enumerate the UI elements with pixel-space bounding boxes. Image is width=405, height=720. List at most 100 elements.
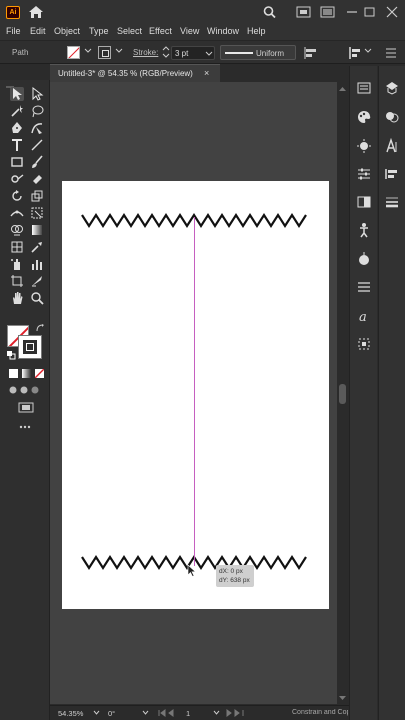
vertical-scrollbar[interactable] <box>337 82 348 704</box>
stroke-swatch[interactable] <box>98 46 111 59</box>
zoom-tool-icon[interactable] <box>30 291 44 305</box>
appearance-icon[interactable] <box>356 251 372 267</box>
scroll-thumb[interactable] <box>339 384 346 404</box>
eyedropper-tool-icon[interactable] <box>30 240 44 254</box>
stroke-color-box[interactable] <box>18 335 42 359</box>
stroke-panel-icon[interactable] <box>384 194 400 210</box>
stroke-label[interactable]: Stroke: <box>133 48 158 57</box>
chevron-down-icon[interactable] <box>93 710 100 716</box>
free-transform-tool-icon[interactable] <box>30 206 44 220</box>
libraries-icon[interactable] <box>356 336 372 352</box>
shape-builder-tool-icon[interactable] <box>10 223 24 237</box>
learn-panel-icon[interactable] <box>384 80 400 96</box>
dx-readout: dX: 0 px <box>219 568 243 575</box>
chevron-down-icon[interactable] <box>364 47 372 55</box>
dy-readout: dY: 638 px <box>219 577 250 584</box>
curvature-tool-icon[interactable] <box>30 121 44 135</box>
gradient-tool-icon[interactable] <box>30 223 44 237</box>
pen-tool-icon[interactable] <box>10 121 24 135</box>
menu-file[interactable]: File <box>6 26 21 36</box>
width-tool-icon[interactable] <box>10 206 24 220</box>
rotation-angle[interactable]: 0° <box>108 709 115 718</box>
lasso-tool-icon[interactable] <box>30 104 44 118</box>
magic-wand-tool-icon[interactable] <box>10 104 24 118</box>
paintbrush-tool-icon[interactable] <box>30 155 44 169</box>
menu-type[interactable]: Type <box>89 26 109 36</box>
column-graph-tool-icon[interactable] <box>30 257 44 271</box>
close-tab-icon[interactable]: × <box>204 68 209 78</box>
align-left-icon[interactable] <box>348 45 364 61</box>
align-icon[interactable] <box>304 45 320 61</box>
stroke-profile-dropdown[interactable]: Uniform <box>220 45 296 60</box>
menu-bar: File Edit Object Type Select Effect View… <box>0 24 405 40</box>
color-mode-button[interactable] <box>9 369 18 378</box>
stroke-weight-field[interactable]: 3 pt <box>171 46 215 60</box>
swatches-icon[interactable] <box>384 109 400 125</box>
restore-icon[interactable] <box>344 5 360 19</box>
rectangle-tool-icon[interactable] <box>10 155 24 169</box>
gradient-mode-icon[interactable] <box>22 369 31 378</box>
screen-mode-icon[interactable] <box>18 402 34 414</box>
menu-view[interactable]: View <box>180 26 199 36</box>
scroll-up-icon[interactable] <box>339 86 346 92</box>
layers-icon[interactable] <box>356 279 372 295</box>
default-colors-icon[interactable] <box>6 350 16 360</box>
menu-object[interactable]: Object <box>54 26 80 36</box>
maximize-icon[interactable] <box>362 5 378 19</box>
close-icon[interactable] <box>384 5 400 19</box>
document-tab[interactable]: Untitled-3* @ 54.35 % (RGB/Preview) × <box>50 64 220 82</box>
menu-select[interactable]: Select <box>117 26 142 36</box>
swap-fill-stroke-icon[interactable] <box>36 324 45 333</box>
chevron-down-icon[interactable] <box>213 710 220 716</box>
menu-edit[interactable]: Edit <box>30 26 46 36</box>
chevron-down-icon[interactable] <box>115 47 123 55</box>
minimize-icon[interactable] <box>320 5 336 19</box>
drawing-modes-icon[interactable] <box>9 385 39 395</box>
eraser-tool-icon[interactable] <box>30 172 44 186</box>
shaper-tool-icon[interactable] <box>10 172 24 186</box>
menu-window[interactable]: Window <box>207 26 239 36</box>
menu-effect[interactable]: Effect <box>149 26 172 36</box>
color-palette-icon[interactable] <box>356 109 372 125</box>
glyphs-icon[interactable]: a <box>356 308 372 324</box>
symbol-sprayer-tool-icon[interactable] <box>10 257 24 271</box>
selection-tool-icon[interactable] <box>10 87 24 101</box>
scroll-down-icon[interactable] <box>339 695 346 701</box>
none-mode-icon[interactable] <box>35 369 44 378</box>
sliders-icon[interactable] <box>356 166 372 182</box>
zoom-level[interactable]: 54.35% <box>58 709 83 718</box>
next-last-artboard-icon[interactable] <box>226 709 250 717</box>
slice-tool-icon[interactable] <box>30 274 44 288</box>
chevron-down-icon[interactable] <box>142 710 149 716</box>
line-segment-tool-icon[interactable] <box>30 138 44 152</box>
type-tool-icon[interactable] <box>10 138 24 152</box>
paragraph-align-icon[interactable] <box>384 166 400 182</box>
sun-icon[interactable] <box>356 138 372 154</box>
hand-tool-icon[interactable] <box>10 291 24 305</box>
panel-menu-icon[interactable] <box>383 45 399 61</box>
control-bar: Path Stroke: 3 pt Uniform <box>0 40 405 64</box>
artboard[interactable] <box>62 181 329 609</box>
first-previous-artboard-icon[interactable] <box>158 709 182 717</box>
rotate-tool-icon[interactable] <box>10 189 24 203</box>
scale-tool-icon[interactable] <box>30 189 44 203</box>
chevron-down-icon[interactable] <box>205 50 213 58</box>
home-icon[interactable] <box>28 5 44 19</box>
edit-toolbar-icon[interactable] <box>18 424 32 430</box>
direct-selection-tool-icon[interactable] <box>30 87 44 101</box>
chevron-down-icon[interactable] <box>84 47 92 55</box>
artboard-number[interactable]: 1 <box>186 709 190 718</box>
properties-icon[interactable] <box>356 80 372 96</box>
transparency-icon[interactable] <box>356 194 372 210</box>
fill-swatch[interactable] <box>67 46 80 59</box>
menu-help[interactable]: Help <box>247 26 266 36</box>
character-icon[interactable] <box>384 138 400 154</box>
mesh-tool-icon[interactable] <box>10 240 24 254</box>
stepper-icon[interactable] <box>162 45 170 59</box>
artboard-tool-icon[interactable] <box>10 274 24 288</box>
arrange-documents-icon[interactable] <box>296 5 312 19</box>
document-title: Untitled-3* @ 54.35 % (RGB/Preview) <box>58 69 193 78</box>
panel-dock-primary <box>378 66 405 720</box>
puppet-icon[interactable] <box>356 222 372 238</box>
search-icon[interactable] <box>262 5 278 19</box>
